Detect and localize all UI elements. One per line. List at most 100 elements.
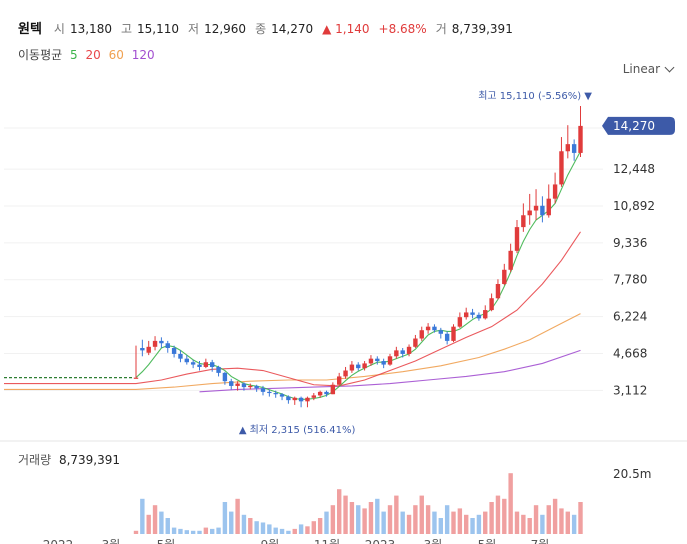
volume-bar <box>425 505 431 534</box>
volume-bar <box>444 505 450 534</box>
candle-body <box>451 326 456 341</box>
candle-body <box>368 358 374 364</box>
candle-body <box>470 312 475 315</box>
min-price-label: ▲ 최저 2,315 (516.41%) <box>239 424 356 436</box>
candle-body <box>483 310 488 319</box>
candle-body <box>317 391 323 396</box>
candle-body <box>521 215 526 228</box>
volume-bar <box>311 521 316 534</box>
y-tick-label: 7,780 <box>613 273 647 287</box>
volume-bar <box>146 514 151 534</box>
volume-bar <box>476 514 482 534</box>
volume-bar <box>133 530 139 534</box>
volume-bar <box>375 498 380 534</box>
volume-bar <box>216 527 221 534</box>
candle-body <box>267 391 272 394</box>
volume-bar <box>394 495 399 534</box>
candle-body <box>273 393 278 395</box>
volume-bar <box>387 505 393 534</box>
candle-body <box>286 396 291 401</box>
candle-body <box>425 326 431 331</box>
volume-bar <box>406 514 412 534</box>
candle-body <box>203 362 209 367</box>
volume-bar <box>343 495 348 534</box>
x-tick-label: 2023 <box>365 538 396 544</box>
candle-body <box>546 198 551 216</box>
candle-body <box>387 356 393 365</box>
y-tick-label: 4,668 <box>613 346 647 360</box>
volume-bar <box>502 498 507 534</box>
max-price-label: 최고 15,110 (-5.56%) ▼ <box>478 90 592 102</box>
volume-bar <box>279 528 285 534</box>
volume-bar <box>235 498 240 534</box>
candle-body <box>375 358 380 362</box>
volume-bar <box>451 511 456 534</box>
candle-body <box>140 348 145 351</box>
candle-body <box>133 377 139 379</box>
candle-body <box>533 205 539 211</box>
y-tick-label: 3,112 <box>613 383 647 397</box>
volume-bar <box>190 530 196 534</box>
candle-body <box>552 184 558 199</box>
candle-body <box>216 366 221 373</box>
candle-body <box>514 227 520 251</box>
volume-bar <box>514 511 520 534</box>
candle-body <box>343 370 348 377</box>
candle-body <box>165 343 170 348</box>
candle-body <box>432 326 437 331</box>
candle-body <box>279 394 285 397</box>
candle-body <box>178 353 183 359</box>
last-price-label: 14,270 <box>613 119 655 133</box>
candle-body <box>489 298 494 311</box>
candle-body <box>508 250 513 270</box>
volume-bar <box>571 514 577 534</box>
volume-bar <box>400 511 405 534</box>
y-tick-label: 9,336 <box>613 236 647 250</box>
volume-bar <box>457 508 463 534</box>
candle-body <box>241 383 247 388</box>
candle-body <box>495 284 501 299</box>
volume-bar <box>197 530 202 534</box>
volume-bar <box>140 498 145 534</box>
volume-bar <box>565 511 570 534</box>
candle-body <box>222 372 228 382</box>
candle-body <box>260 388 266 392</box>
volume-bar <box>184 530 189 534</box>
volume-bar <box>438 518 443 534</box>
candle-body <box>571 144 577 153</box>
candle-body <box>559 151 564 185</box>
ma5-line <box>135 150 581 400</box>
candle-body <box>337 376 342 385</box>
volume-bar <box>349 502 355 534</box>
volume-bar <box>533 505 539 534</box>
candle-body <box>578 125 583 153</box>
volume-bar <box>260 522 266 534</box>
volume-bar <box>286 530 291 534</box>
candle-body <box>502 269 507 284</box>
candle-body <box>254 385 259 389</box>
price-chart[interactable]: 3,112 4,668 6,224 7,780 9,336 10,892 12,448 최고 … <box>0 0 687 544</box>
x-tick-label: 3월 <box>102 538 121 544</box>
volume-bar <box>267 524 272 534</box>
volume-bar <box>254 521 259 534</box>
candle-body <box>400 350 405 354</box>
volume-bar <box>273 527 278 534</box>
candle-body <box>413 338 418 347</box>
candle-body <box>305 397 310 402</box>
volume-bar <box>222 502 228 534</box>
candle-body <box>210 362 215 367</box>
volume-bar <box>159 511 164 534</box>
candle-body <box>171 348 177 354</box>
volume-bar <box>152 505 158 534</box>
volume-bar <box>356 505 361 534</box>
candle-body <box>197 364 202 367</box>
x-tick-label: 2022 <box>43 538 74 544</box>
candle-body <box>298 397 304 402</box>
volume-bar <box>540 514 545 534</box>
volume-bar <box>559 508 564 534</box>
candle-body <box>419 330 424 339</box>
volume-bar <box>508 473 513 534</box>
volume-bar <box>298 524 304 534</box>
candle-body <box>457 317 463 327</box>
volume-bar <box>210 528 215 534</box>
